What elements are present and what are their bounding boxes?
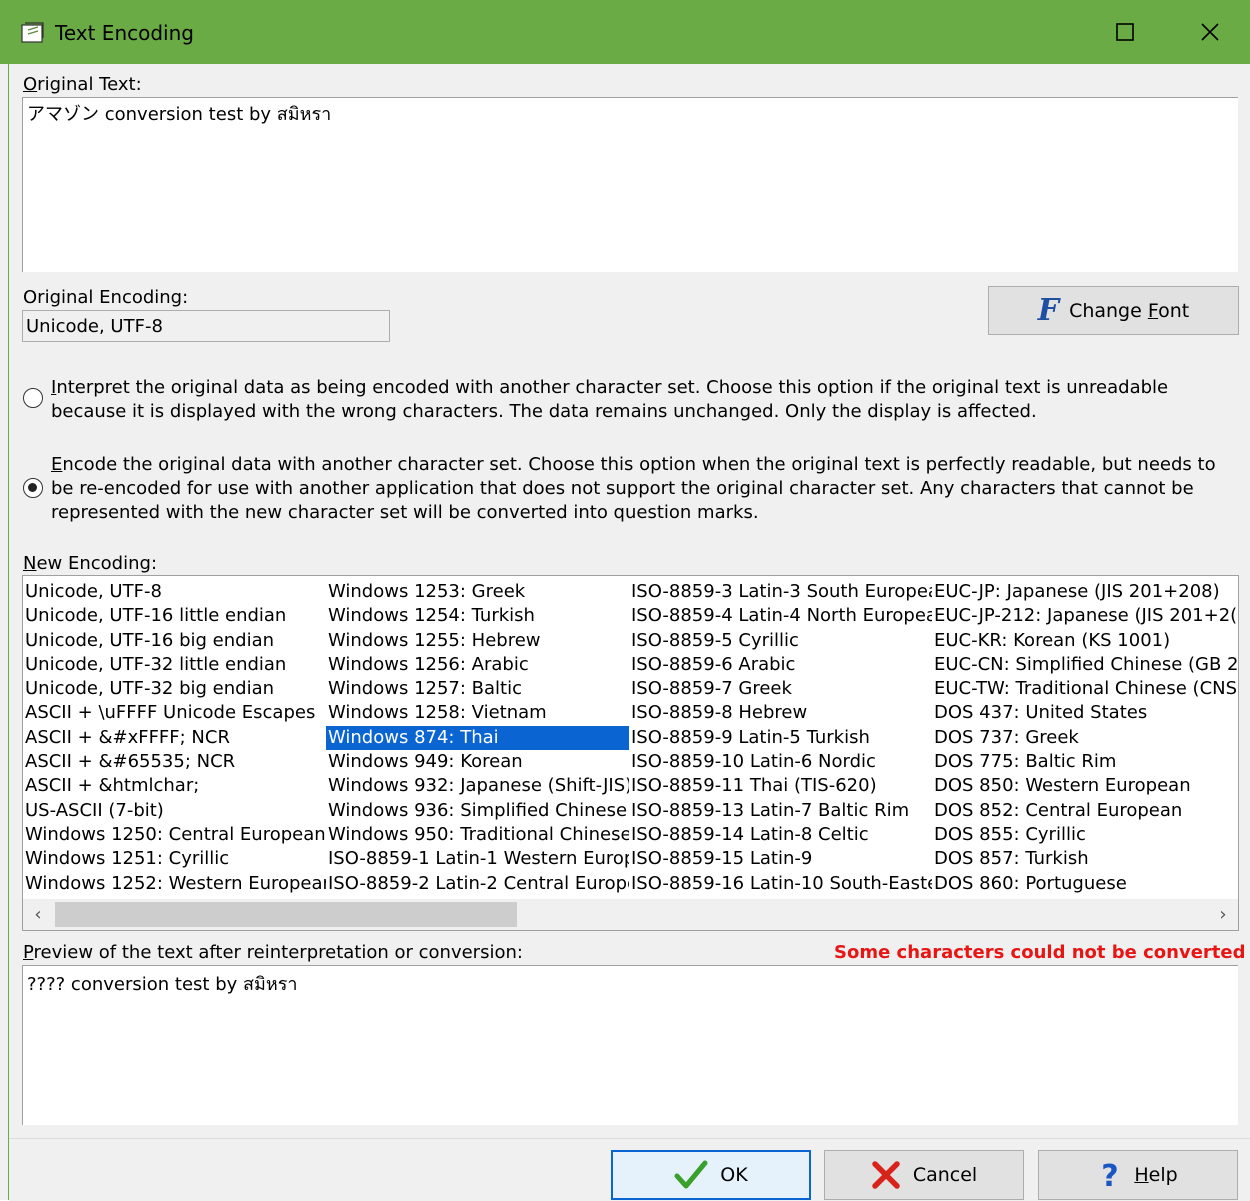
change-font-label: Change Font <box>1069 299 1190 322</box>
horizontal-scrollbar[interactable]: ‹ › <box>23 899 1238 930</box>
encoding-option[interactable]: ISO-8859-9 Latin-5 Turkish <box>629 726 932 750</box>
preview-label: Preview of the text after reinterpretati… <box>23 942 523 963</box>
scroll-right-icon[interactable]: › <box>1208 899 1238 930</box>
ok-label: OK <box>720 1164 748 1186</box>
encoding-option[interactable]: ISO-8859-16 Latin-10 South-Easte <box>629 872 932 896</box>
scroll-thumb[interactable] <box>55 902 517 927</box>
encoding-option[interactable]: Windows 1257: Baltic <box>326 677 629 701</box>
encoding-option[interactable]: Windows 1254: Turkish <box>326 604 629 628</box>
checkmark-icon <box>674 1160 708 1189</box>
title-bar[interactable]: Text Encoding <box>0 0 1250 64</box>
encoding-option[interactable]: ASCII + &htmlchar; <box>23 774 326 798</box>
encoding-option[interactable]: Windows 1251: Cyrillic <box>23 847 326 871</box>
new-encoding-label: New Encoding: <box>23 553 158 574</box>
window-border <box>8 64 9 1200</box>
encoding-option[interactable]: ASCII + &#xFFFF; NCR <box>23 726 326 750</box>
encoding-column: ISO-8859-3 Latin-3 South Europea ISO-8859… <box>629 580 932 896</box>
encoding-option[interactable]: ISO-8859-3 Latin-3 South Europea <box>629 580 932 604</box>
encoding-option[interactable]: ISO-8859-15 Latin-9 <box>629 847 932 871</box>
encoding-option[interactable]: ASCII + \uFFFF Unicode Escapes <box>23 701 326 725</box>
close-icon <box>1201 23 1219 41</box>
preview-text-area[interactable]: ???? conversion test by สมิหรา <box>22 965 1238 1125</box>
ok-button[interactable]: OK <box>611 1150 811 1200</box>
encoding-option[interactable]: Unicode, UTF-8 <box>23 580 326 604</box>
help-label: Help <box>1134 1164 1178 1186</box>
encoding-option[interactable]: ISO-8859-14 Latin-8 Celtic <box>629 823 932 847</box>
encoding-option[interactable]: ASCII + &#65535; NCR <box>23 750 326 774</box>
original-encoding-label: Original Encoding: <box>23 287 189 308</box>
svg-text:?: ? <box>1102 1159 1119 1191</box>
font-icon: F <box>1037 293 1060 328</box>
x-mark-icon <box>872 1161 900 1189</box>
encoding-option[interactable]: EUC-CN: Simplified Chinese (GB 23 <box>932 653 1238 677</box>
notepad-icon <box>21 22 44 43</box>
minimize-icon <box>1037 31 1053 33</box>
encoding-column: EUC-JP: Japanese (JIS 201+208) EUC-JP-212… <box>932 580 1238 896</box>
encoding-option[interactable]: ISO-8859-5 Cyrillic <box>629 629 932 653</box>
encoding-option[interactable]: ISO-8859-2 Latin-2 Central Europe <box>326 872 629 896</box>
encoding-option[interactable]: Unicode, UTF-16 big endian <box>23 629 326 653</box>
encoding-option[interactable]: Windows 950: Traditional Chinese <box>326 823 629 847</box>
cancel-button[interactable]: Cancel <box>824 1150 1024 1200</box>
encoding-option[interactable]: ISO-8859-13 Latin-7 Baltic Rim <box>629 799 932 823</box>
question-mark-icon: ? <box>1102 1159 1119 1191</box>
encoding-column: Windows 1253: Greek Windows 1254: Turkish… <box>326 580 629 896</box>
encoding-option[interactable]: Unicode, UTF-32 big endian <box>23 677 326 701</box>
conversion-warning: Some characters could not be converted <box>834 942 1246 963</box>
encoding-option[interactable]: Windows 874: Thai <box>326 725 629 751</box>
encoding-option[interactable]: ISO-8859-1 Latin-1 Western Europ <box>326 847 629 871</box>
encoding-option[interactable]: EUC-TW: Traditional Chinese (CNS <box>932 677 1238 701</box>
maximize-button[interactable] <box>1085 0 1165 64</box>
encoding-option[interactable]: US-ASCII (7-bit) <box>23 799 326 823</box>
encoding-option[interactable]: ISO-8859-8 Hebrew <box>629 701 932 725</box>
encoding-option[interactable]: ISO-8859-11 Thai (TIS-620) <box>629 774 932 798</box>
encoding-option[interactable]: Windows 1258: Vietnam <box>326 701 629 725</box>
encoding-option[interactable]: Windows 949: Korean <box>326 750 629 774</box>
encoding-option[interactable]: EUC-KR: Korean (KS 1001) <box>932 629 1238 653</box>
original-encoding-field: Unicode, UTF-8 <box>22 310 390 342</box>
window-title: Text Encoding <box>55 21 194 45</box>
original-text-label: Original Text: <box>23 74 142 95</box>
encoding-option[interactable]: Windows 936: Simplified Chinese ( <box>326 799 629 823</box>
close-button[interactable] <box>1170 0 1250 64</box>
encoding-option[interactable]: DOS 775: Baltic Rim <box>932 750 1238 774</box>
help-button[interactable]: ? Help <box>1038 1150 1238 1200</box>
original-text-area[interactable]: アマゾン conversion test by สมิหรา <box>22 97 1238 272</box>
encoding-column: Unicode, UTF-8 Unicode, UTF-16 little end… <box>23 580 326 896</box>
encoding-option[interactable]: EUC-JP-212: Japanese (JIS 201+2( <box>932 604 1238 628</box>
encoding-option[interactable]: ISO-8859-6 Arabic <box>629 653 932 677</box>
encoding-option[interactable]: DOS 850: Western European <box>932 774 1238 798</box>
encoding-option[interactable]: DOS 857: Turkish <box>932 847 1238 871</box>
encoding-option[interactable]: Windows 932: Japanese (Shift-JIS) <box>326 774 629 798</box>
encoding-option[interactable]: Unicode, UTF-32 little endian <box>23 653 326 677</box>
scroll-left-icon[interactable]: ‹ <box>23 899 53 930</box>
interpret-option-text[interactable]: Interpret the original data as being enc… <box>51 376 1241 424</box>
encoding-option[interactable]: ISO-8859-7 Greek <box>629 677 932 701</box>
encoding-option[interactable]: DOS 860: Portuguese <box>932 872 1238 896</box>
encode-radio[interactable] <box>23 478 43 498</box>
change-font-button[interactable]: F Change Font <box>988 286 1239 335</box>
encoding-option[interactable]: EUC-JP: Japanese (JIS 201+208) <box>932 580 1238 604</box>
interpret-radio[interactable] <box>23 388 43 408</box>
encoding-option[interactable]: Windows 1255: Hebrew <box>326 629 629 653</box>
encoding-option[interactable]: Windows 1252: Western European <box>23 872 326 896</box>
encoding-option[interactable]: Windows 1256: Arabic <box>326 653 629 677</box>
encoding-option[interactable]: ISO-8859-10 Latin-6 Nordic <box>629 750 932 774</box>
encoding-option[interactable]: Windows 1250: Central European <box>23 823 326 847</box>
encoding-option[interactable]: Windows 1253: Greek <box>326 580 629 604</box>
maximize-icon <box>1116 23 1134 41</box>
encoding-option[interactable]: ISO-8859-4 Latin-4 North Europea <box>629 604 932 628</box>
minimize-button[interactable] <box>1005 0 1085 64</box>
encoding-option[interactable]: DOS 852: Central European <box>932 799 1238 823</box>
encoding-option[interactable]: DOS 855: Cyrillic <box>932 823 1238 847</box>
encoding-option[interactable]: DOS 437: United States <box>932 701 1238 725</box>
encoding-list[interactable]: Unicode, UTF-8 Unicode, UTF-16 little end… <box>22 575 1239 931</box>
encoding-option[interactable]: DOS 737: Greek <box>932 726 1238 750</box>
cancel-label: Cancel <box>912 1164 978 1186</box>
encode-option-text[interactable]: Encode the original data with another ch… <box>51 453 1241 525</box>
encoding-option[interactable]: Unicode, UTF-16 little endian <box>23 604 326 628</box>
